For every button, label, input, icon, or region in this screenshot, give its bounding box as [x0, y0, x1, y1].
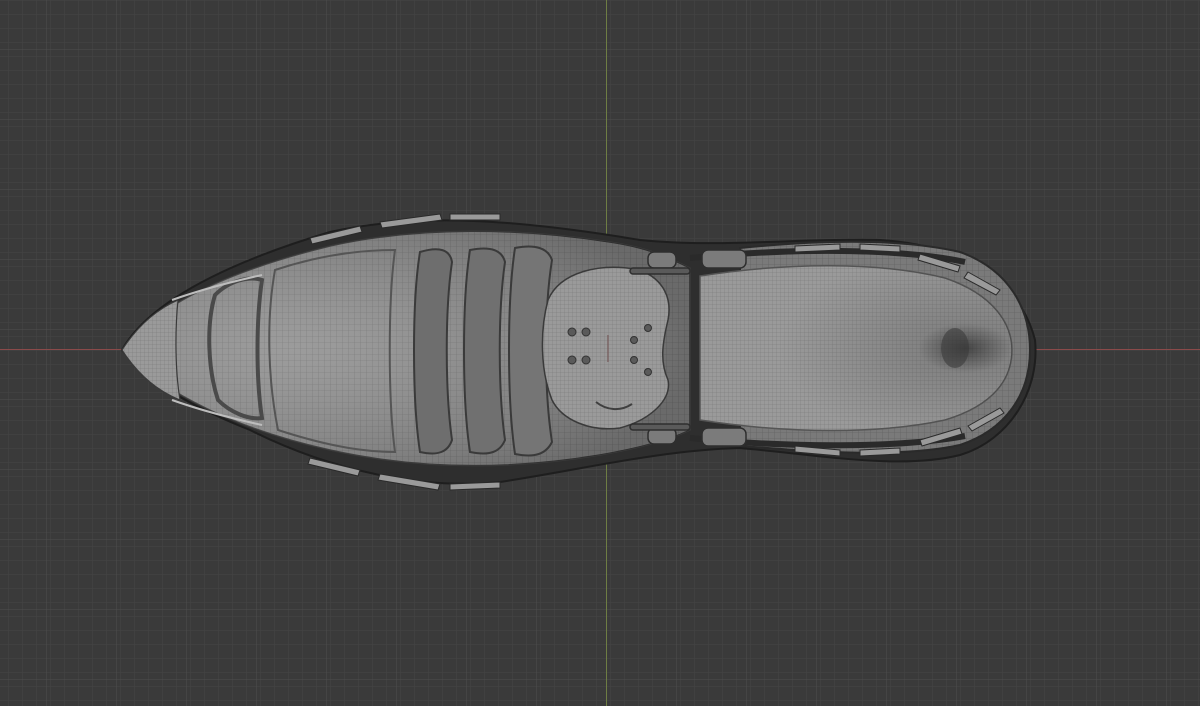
shoe-model[interactable]: [0, 0, 1200, 706]
side-strap-1: [413, 248, 454, 455]
side-strap-2: [463, 247, 507, 455]
3d-viewport[interactable]: [0, 0, 1200, 706]
heel-cup: [941, 328, 969, 368]
tongue: [541, 266, 670, 430]
